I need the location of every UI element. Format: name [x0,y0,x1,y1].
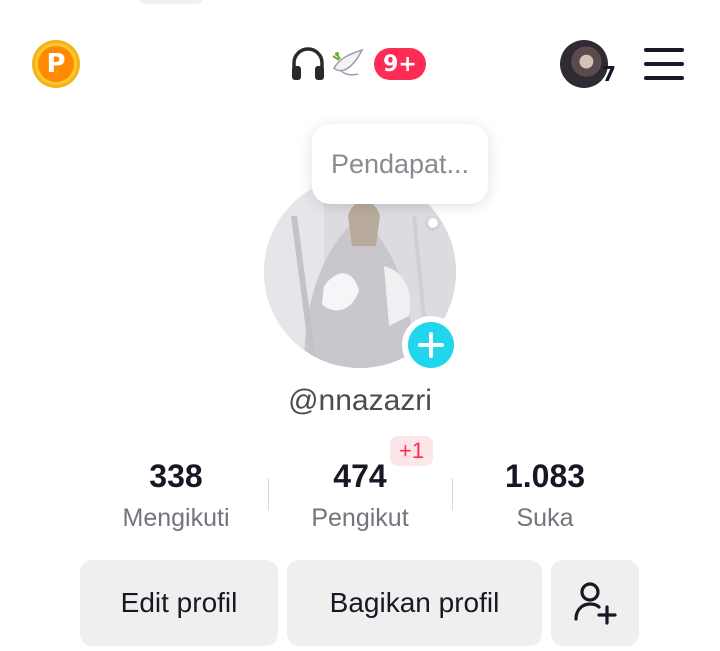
add-friend-button[interactable] [551,560,639,646]
add-person-icon [574,582,617,625]
stat-likes-value: 1.083 [504,458,586,494]
stat-likes[interactable]: 1.083 Suka [445,456,645,533]
dove-icon [332,48,364,76]
edit-profile-button[interactable]: Edit profil [80,560,278,646]
stat-likes-label: Suka [516,504,574,532]
top-pill-decoration [138,0,204,4]
plus-icon [418,332,444,358]
new-follower-badge: +1 [390,436,434,466]
account-count: 7 [602,62,616,86]
stat-following-label: Mengikuti [122,504,230,532]
menu-icon[interactable] [644,48,684,80]
status-group[interactable]: 9+ [288,44,426,84]
stat-following[interactable]: 338 Mengikuti [76,456,276,533]
headphones-icon [292,47,324,80]
stat-followers-label: Pengikut [311,504,409,532]
notification-badge: 9+ [374,48,426,80]
coin-letter: P [38,46,74,82]
note-bubble[interactable]: Pendapat... [312,124,488,204]
account-avatar[interactable] [560,40,608,88]
share-profile-button[interactable]: Bagikan profil [287,560,542,646]
note-bubble-tail [428,218,438,228]
add-story-button[interactable] [402,316,460,374]
stat-following-value: 338 [149,458,203,494]
username: @nnazazri [288,384,432,417]
note-text: Pendapat... [330,148,470,179]
stat-followers[interactable]: 474 Pengikut [260,456,460,533]
coin-icon[interactable]: P [32,40,80,88]
